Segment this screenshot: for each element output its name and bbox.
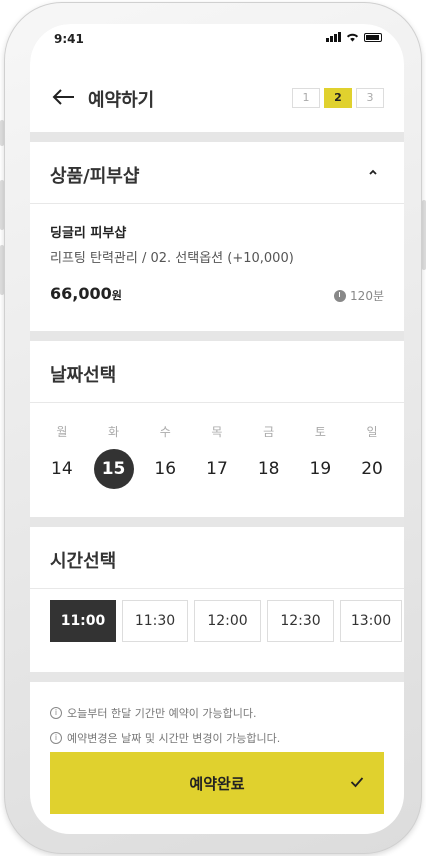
back-arrow-icon[interactable] bbox=[50, 86, 78, 108]
time-slot[interactable]: 13:00 bbox=[340, 600, 402, 642]
date-number[interactable]: 16 bbox=[145, 449, 185, 489]
day-thu[interactable]: 목 17 bbox=[195, 403, 239, 489]
product-option: 리프팅 탄력관리 / 02. 선택옵션 (+10,000) bbox=[50, 251, 294, 266]
signal-icon bbox=[326, 32, 341, 42]
product-name: 딩글리 피부샵 bbox=[50, 226, 127, 241]
price-value: 66,000 bbox=[50, 284, 112, 303]
status-icons bbox=[326, 32, 382, 42]
side-button-right bbox=[422, 200, 426, 270]
duration: 120분 bbox=[334, 287, 384, 304]
time-section-header: 시간선택 bbox=[30, 527, 404, 589]
duration-value: 120분 bbox=[350, 289, 384, 303]
notice-list: i 오늘부터 한달 기간만 예약이 가능합니다. i 예약변경은 날짜 및 시간… bbox=[50, 700, 280, 750]
product-section-title: 상품/피부샵 bbox=[50, 166, 140, 187]
time-slot[interactable]: 12:30 bbox=[267, 600, 334, 642]
wifi-icon bbox=[346, 33, 359, 42]
chevron-up-icon[interactable] bbox=[368, 167, 378, 177]
time-section-title: 시간선택 bbox=[50, 551, 117, 572]
status-time: 9:41 bbox=[54, 32, 84, 46]
check-icon bbox=[350, 777, 364, 788]
page-title: 예약하기 bbox=[88, 90, 155, 111]
day-mon[interactable]: 월 14 bbox=[40, 403, 84, 489]
date-number[interactable]: 19 bbox=[300, 449, 340, 489]
notice-item: i 예약변경은 날짜 및 시간만 변경이 가능합니다. bbox=[50, 725, 280, 750]
day-wed[interactable]: 수 16 bbox=[143, 403, 187, 489]
date-section-header: 날짜선택 bbox=[30, 341, 404, 403]
notice-text: 오늘부터 한달 기간만 예약이 가능합니다. bbox=[67, 706, 257, 720]
product-price: 66,000원 bbox=[50, 284, 122, 303]
top-bar: 예약하기 1 2 3 bbox=[30, 68, 404, 132]
step-1: 1 bbox=[292, 88, 320, 108]
time-slot[interactable]: 12:00 bbox=[194, 600, 261, 642]
notice-text: 예약변경은 날짜 및 시간만 변경이 가능합니다. bbox=[67, 731, 281, 745]
date-section-title: 날짜선택 bbox=[50, 365, 117, 386]
status-bar: 9:41 bbox=[30, 24, 404, 68]
weekday-label: 화 bbox=[108, 425, 120, 439]
clock-icon bbox=[334, 289, 347, 302]
product-section: 상품/피부샵 딩글리 피부샵 리프팅 탄력관리 / 02. 선택옵션 (+10,… bbox=[30, 142, 404, 331]
date-number[interactable]: 18 bbox=[249, 449, 289, 489]
phone-screen: 9:41 예약하기 1 2 3 상품/피부샵 딩글리 피부샵 리프팅 탄력관리 … bbox=[30, 24, 404, 834]
info-icon: i bbox=[50, 731, 62, 744]
time-slot-selected[interactable]: 11:00 bbox=[50, 600, 116, 642]
day-sun[interactable]: 일 20 bbox=[350, 403, 394, 489]
confirm-label: 예약완료 bbox=[189, 774, 245, 793]
day-fri[interactable]: 금 18 bbox=[247, 403, 291, 489]
info-icon: i bbox=[50, 706, 62, 719]
weekday-label: 일 bbox=[366, 425, 378, 439]
weekday-label: 금 bbox=[263, 425, 275, 439]
product-info: 딩글리 피부샵 리프팅 탄력관리 / 02. 선택옵션 (+10,000) 66… bbox=[30, 204, 404, 331]
price-unit: 원 bbox=[111, 289, 122, 302]
step-3: 3 bbox=[356, 88, 384, 108]
date-number-selected[interactable]: 15 bbox=[93, 449, 134, 489]
weekday-label: 목 bbox=[211, 425, 223, 439]
day-tue[interactable]: 화 15 bbox=[92, 403, 136, 489]
date-section: 날짜선택 월 14 화 15 수 16 목 17 금 18 토 19 일 20 bbox=[30, 341, 404, 517]
phone-frame: 9:41 예약하기 1 2 3 상품/피부샵 딩글리 피부샵 리프팅 탄력관리 … bbox=[4, 2, 422, 854]
weekday-label: 월 bbox=[56, 425, 68, 439]
date-number[interactable]: 20 bbox=[352, 449, 392, 489]
time-picker: 11:00 11:30 12:00 12:30 13:00 bbox=[30, 589, 404, 642]
weekday-label: 토 bbox=[314, 425, 326, 439]
weekday-label: 수 bbox=[159, 425, 171, 439]
notice-item: i 오늘부터 한달 기간만 예약이 가능합니다. bbox=[50, 700, 280, 725]
product-section-header[interactable]: 상품/피부샵 bbox=[30, 142, 404, 204]
step-2: 2 bbox=[324, 88, 352, 108]
time-section: 시간선택 11:00 11:30 12:00 12:30 13:00 bbox=[30, 527, 404, 672]
confirm-reservation-button[interactable]: 예약완료 bbox=[50, 752, 384, 814]
time-slot[interactable]: 11:30 bbox=[122, 600, 188, 642]
date-picker: 월 14 화 15 수 16 목 17 금 18 토 19 일 20 bbox=[30, 403, 404, 489]
battery-icon bbox=[364, 33, 382, 42]
step-indicator: 1 2 3 bbox=[292, 88, 384, 108]
date-number[interactable]: 14 bbox=[42, 449, 82, 489]
day-sat[interactable]: 토 19 bbox=[298, 403, 342, 489]
date-number[interactable]: 17 bbox=[197, 449, 237, 489]
